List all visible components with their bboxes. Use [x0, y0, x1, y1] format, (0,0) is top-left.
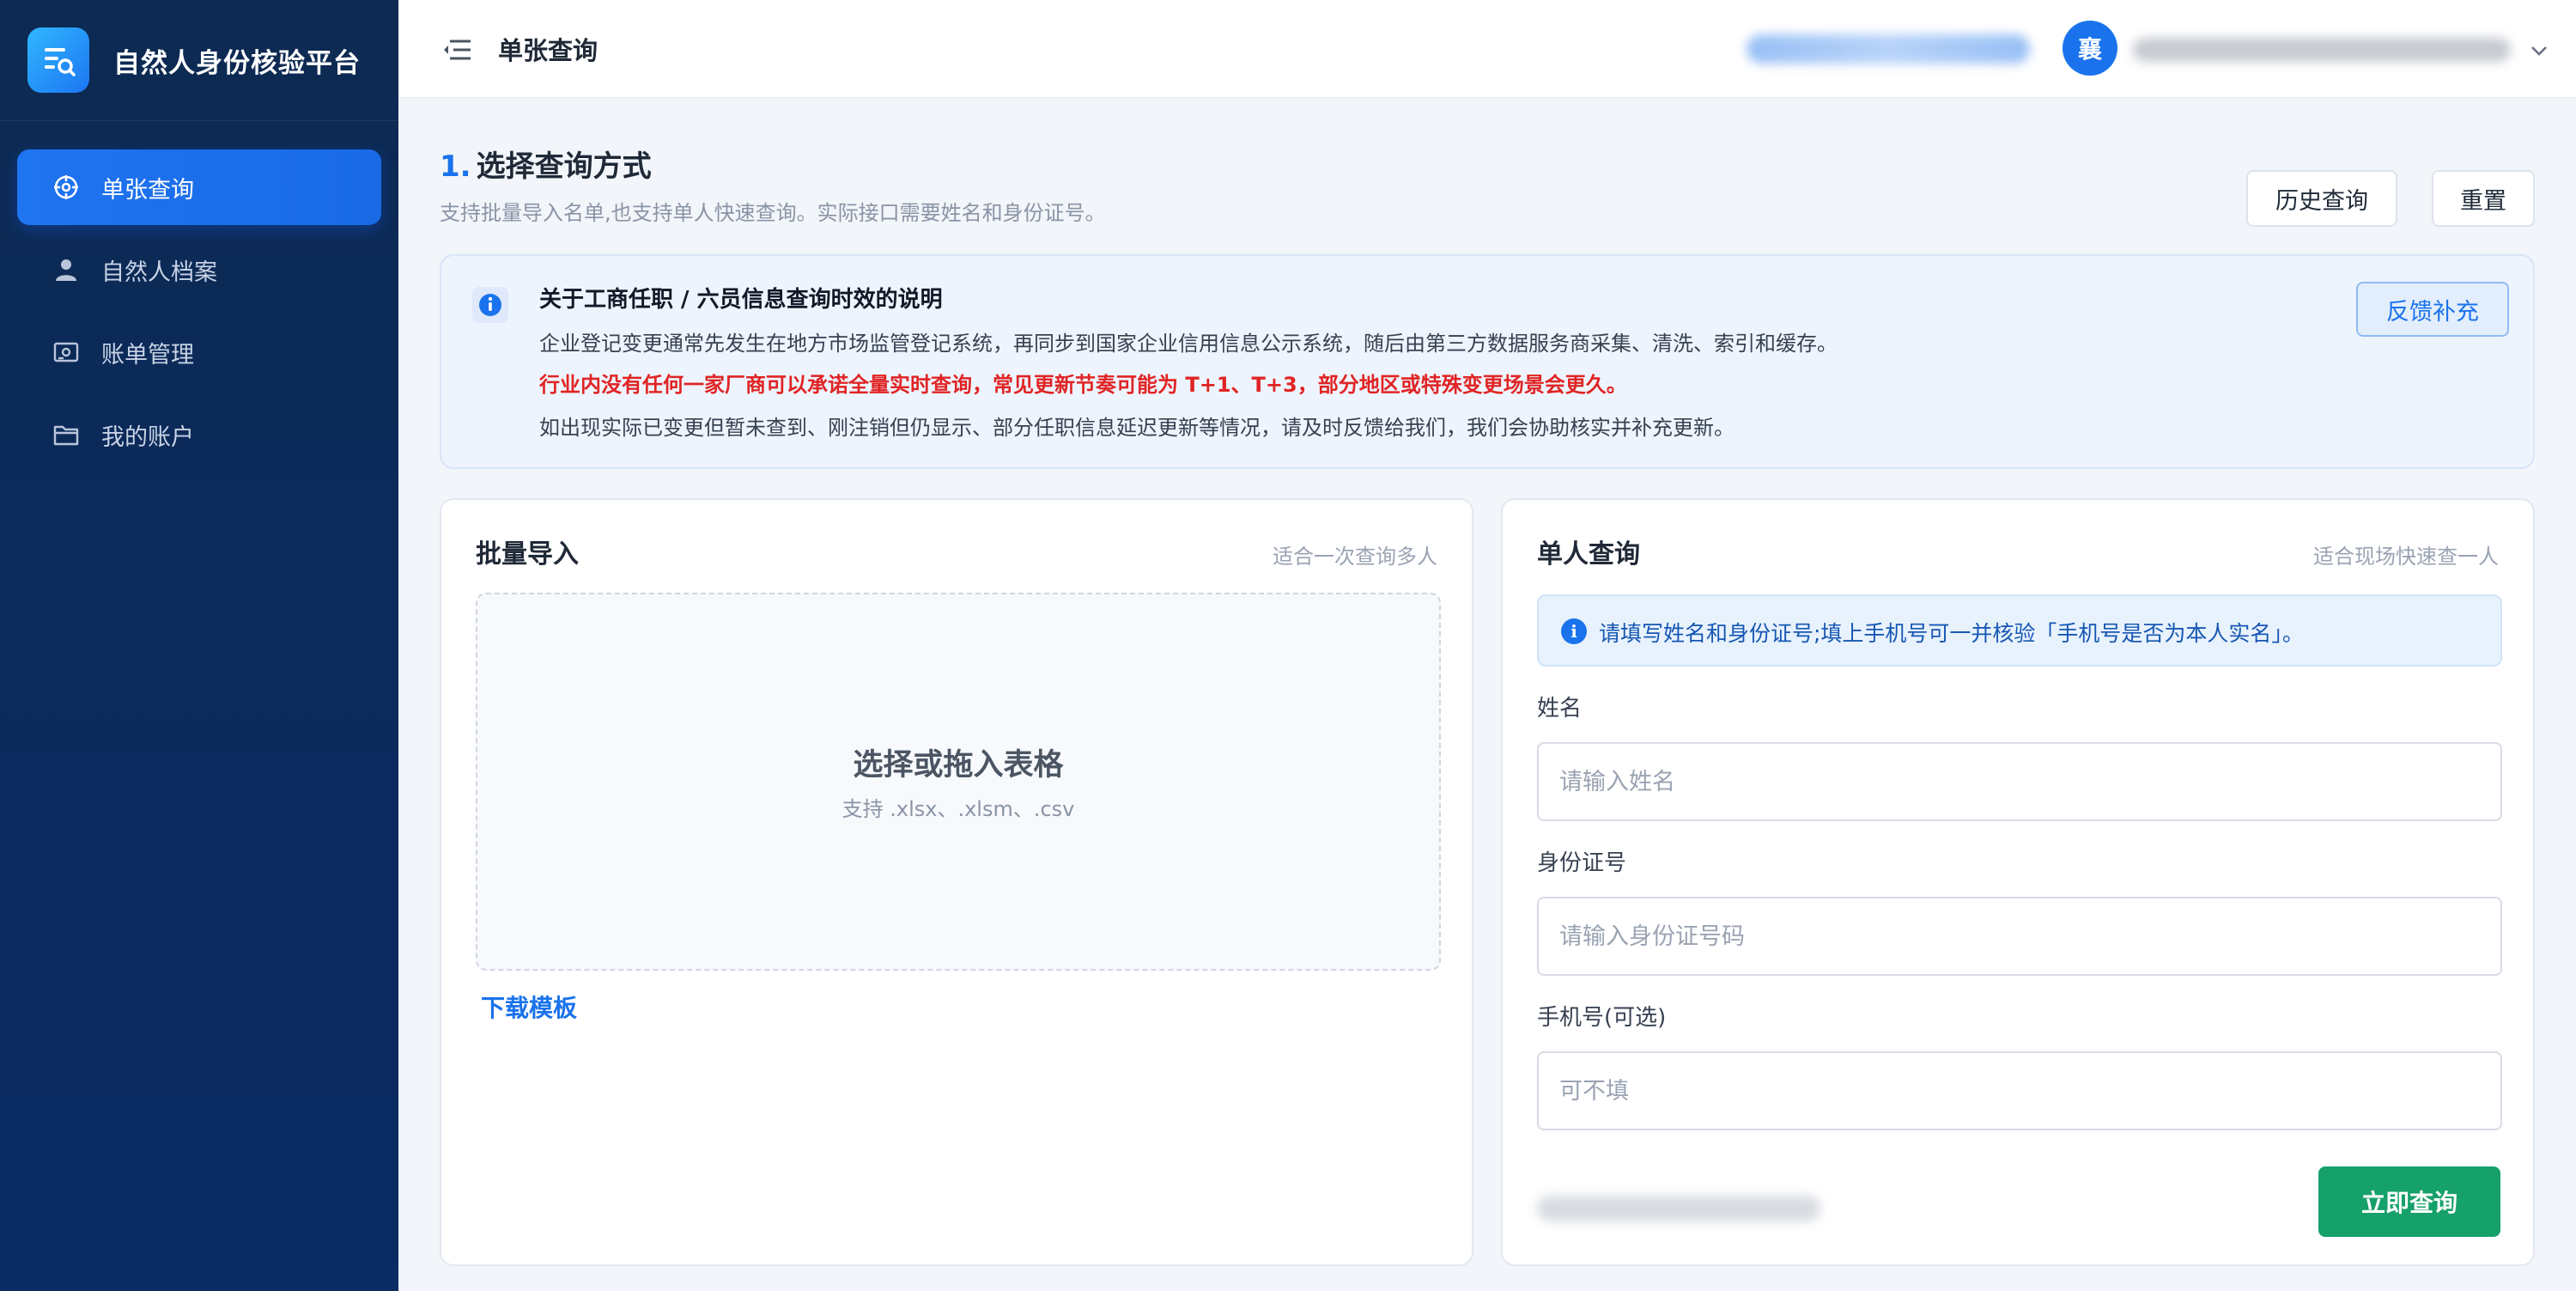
section-subtitle: 支持批量导入名单,也支持单人快速查询。实际接口需要姓名和身份证号。 [440, 201, 1106, 225]
query-now-button[interactable]: 立即查询 [2318, 1166, 2500, 1237]
top-header: 单张查询 襄 [398, 0, 2576, 98]
sidebar-item-label: 账单管理 [101, 341, 194, 368]
card-title: 批量导入 [476, 539, 579, 569]
notice-title: 关于工商任职 / 六员信息查询时效的说明 [539, 287, 943, 313]
section-number: 1. [440, 149, 471, 184]
file-dropzone[interactable]: 选择或拖入表格 支持 .xlsx、.xlsm、.csv [476, 593, 1441, 971]
card-hint: 适合现场快速查一人 [2313, 545, 2499, 569]
avatar[interactable]: 襄 [2063, 21, 2117, 76]
user-icon [52, 255, 81, 284]
redacted-link[interactable] [1747, 34, 2030, 64]
app-title: 自然人身份核验平台 [113, 47, 361, 79]
reset-button[interactable]: 重置 [2432, 170, 2535, 227]
section-title: 1. 选择查询方式 [440, 143, 652, 185]
dropzone-subtitle: 支持 .xlsx、.xlsm、.csv [841, 797, 1075, 821]
sidebar-item-label: 单张查询 [101, 176, 194, 204]
redacted-user-name[interactable] [2133, 38, 2511, 62]
name-label: 姓名 [1537, 696, 1583, 722]
form-tip: i 请填写姓名和身份证号;填上手机号可一并核验「手机号是否为本人实名」。 [1537, 594, 2502, 667]
dropzone-title: 选择或拖入表格 [853, 748, 1064, 783]
sidebar-nav: 单张查询 自然人档案 账单管理 我的账户 [17, 149, 381, 479]
sidebar: 自然人身份核验平台 单张查询 自然人档案 账单管理 我的账户 [0, 0, 398, 1291]
card-title: 单人查询 [1537, 539, 1640, 569]
feedback-button[interactable]: 反馈补充 [2356, 282, 2509, 337]
bill-icon [52, 338, 81, 367]
tip-text: 请填写姓名和身份证号;填上手机号可一并核验「手机号是否为本人实名」。 [1599, 621, 2304, 646]
brand[interactable]: 自然人身份核验平台 [27, 27, 361, 93]
sidebar-item-bills[interactable]: 账单管理 [17, 314, 381, 390]
phone-field[interactable] [1537, 1051, 2502, 1130]
section-title-text: 选择查询方式 [476, 149, 652, 184]
search-document-icon [27, 27, 89, 93]
sidebar-item-my-account[interactable]: 我的账户 [17, 397, 381, 472]
redacted-footnote [1537, 1196, 1820, 1221]
download-template-link[interactable]: 下载模板 [481, 990, 577, 1024]
single-query-card: 单人查询 适合现场快速查一人 i 请填写姓名和身份证号;填上手机号可一并核验「手… [1501, 498, 2535, 1266]
target-icon [52, 173, 81, 202]
chevron-down-icon[interactable] [2526, 38, 2552, 64]
timeliness-notice: 关于工商任职 / 六员信息查询时效的说明 企业登记变更通常先发生在地方市场监管登… [440, 254, 2535, 469]
notice-line: 企业登记变更通常先发生在地方市场监管登记系统，再同步到国家企业信用信息公示系统，… [539, 332, 1838, 356]
name-field[interactable] [1537, 742, 2502, 821]
card-hint: 适合一次查询多人 [1273, 545, 1437, 569]
folder-icon [52, 420, 81, 449]
sidebar-divider [0, 120, 398, 121]
info-icon: i [1561, 618, 1587, 644]
info-icon [472, 287, 508, 323]
id-number-field[interactable] [1537, 897, 2502, 976]
page-title: 单张查询 [498, 36, 598, 65]
history-query-button[interactable]: 历史查询 [2246, 170, 2397, 227]
phone-label: 手机号(可选) [1537, 1005, 1667, 1031]
sidebar-item-label: 自然人档案 [101, 259, 217, 286]
id-number-label: 身份证号 [1537, 850, 1627, 876]
notice-line: 如出现实际已变更但暂未查到、刚注销但仍显示、部分任职信息延迟更新等情况，请及时反… [539, 416, 1735, 440]
sidebar-item-single-query[interactable]: 单张查询 [17, 149, 381, 225]
batch-import-card: 批量导入 适合一次查询多人 选择或拖入表格 支持 .xlsx、.xlsm、.cs… [440, 498, 1473, 1266]
menu-fold-icon[interactable] [441, 34, 472, 65]
notice-warning-line: 行业内没有任何一家厂商可以承诺全量实时查询，常见更新节奏可能为 T+1、T+3，… [539, 373, 1627, 397]
sidebar-item-label: 我的账户 [101, 423, 194, 451]
sidebar-item-person-archive[interactable]: 自然人档案 [17, 232, 381, 308]
